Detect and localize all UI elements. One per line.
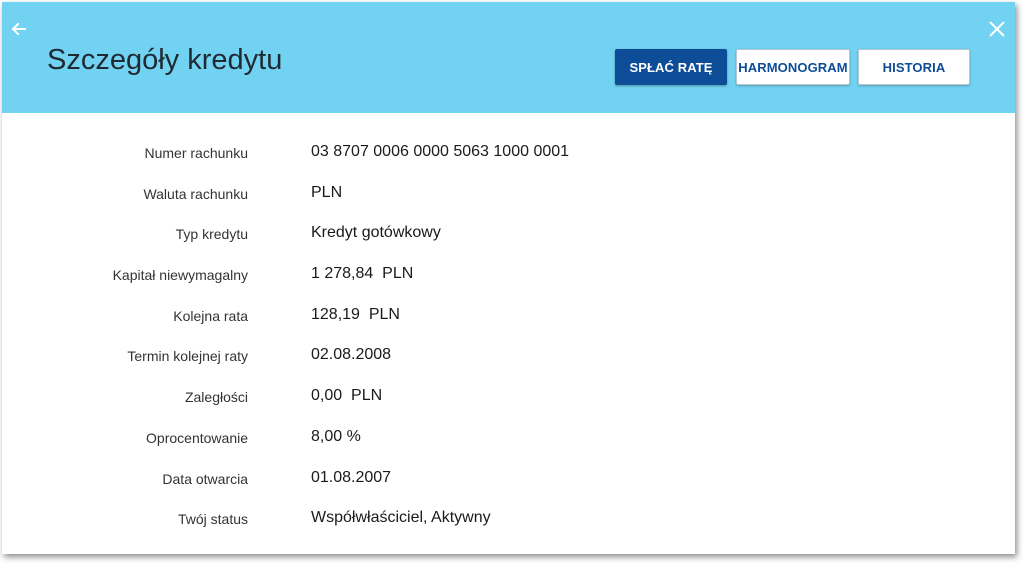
detail-label: Kolejna rata — [173, 307, 248, 324]
detail-row-open-date: Data otwarcia 01.08.2007 — [2, 457, 1015, 498]
detail-row-status: Twój status Współwłaściciel, Aktywny — [2, 497, 1015, 538]
detail-row-account-number: Numer rachunku 03 8707 0006 0000 5063 10… — [2, 131, 1015, 172]
detail-row-loan-type: Typ kredytu Kredyt gotówkowy — [2, 212, 1015, 253]
pay-installment-button[interactable]: SPŁAĆ RATĘ — [615, 49, 727, 85]
detail-row-currency: Waluta rachunku PLN — [2, 172, 1015, 213]
arrow-left-icon[interactable] — [8, 18, 30, 40]
detail-label: Twój status — [177, 511, 248, 528]
detail-label: Numer rachunku — [144, 145, 249, 161]
detail-value: PLN — [311, 183, 343, 201]
details-list: Numer rachunku 03 8707 0006 0000 5063 10… — [2, 131, 1015, 538]
schedule-button[interactable]: HARMONOGRAM — [736, 49, 850, 85]
detail-value: Współwłaściciel, Aktywny — [311, 509, 491, 527]
detail-label: Oprocentowanie — [146, 429, 248, 446]
detail-row-arrears: Zaległości 0,00 PLN — [2, 375, 1015, 416]
detail-label: Termin kolejnej raty — [127, 348, 248, 365]
detail-value: 8,00 % — [311, 427, 361, 445]
detail-value: 128,19 PLN — [311, 305, 400, 323]
detail-label: Waluta rachunku — [143, 185, 248, 202]
detail-label: Kapitał niewymagalny — [112, 267, 248, 284]
loan-details-panel: Szczegóły kredytu SPŁAĆ RATĘ HARMONOGRAM… — [2, 2, 1015, 554]
detail-row-next-installment-date: Termin kolejnej raty 02.08.2008 — [2, 334, 1015, 375]
detail-label: Data otwarcia — [162, 470, 248, 487]
header-bar: Szczegóły kredytu SPŁAĆ RATĘ HARMONOGRAM… — [2, 2, 1015, 113]
detail-value: 03 8707 0006 0000 5063 1000 0001 — [311, 143, 570, 160]
detail-value: 01.08.2007 — [311, 468, 392, 486]
close-icon[interactable] — [986, 18, 1008, 40]
detail-row-principal: Kapitał niewymagalny 1 278,84 PLN — [2, 253, 1015, 294]
detail-row-next-installment: Kolejna rata 128,19 PLN — [2, 294, 1015, 335]
detail-value: 0,00 PLN — [311, 387, 383, 405]
page-title: Szczegóły kredytu — [47, 44, 283, 76]
detail-value: Kredyt gotówkowy — [311, 224, 441, 242]
history-button[interactable]: HISTORIA — [858, 49, 970, 85]
detail-label: Zaległości — [184, 389, 248, 406]
detail-label: Typ kredytu — [175, 226, 248, 243]
detail-value: 1 278,84 PLN — [311, 265, 414, 283]
detail-value: 02.08.2008 — [311, 346, 392, 364]
detail-row-interest-rate: Oprocentowanie 8,00 % — [2, 416, 1015, 457]
